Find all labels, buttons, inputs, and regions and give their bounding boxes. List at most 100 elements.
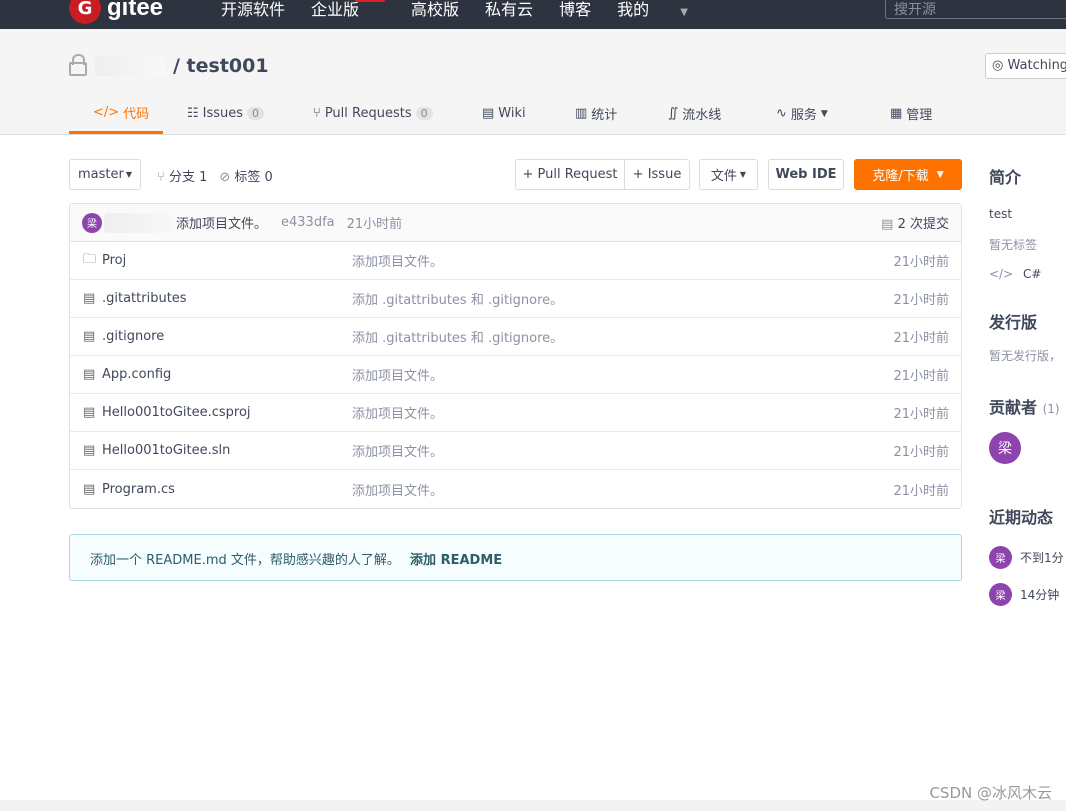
- nav-enterprise[interactable]: 企业版: [311, 0, 386, 20]
- author-blurred: [104, 212, 174, 233]
- file-row[interactable]: ▤ .gitignore 添加 .gitattributes 和 .gitignor…: [70, 318, 961, 356]
- web-ide-button[interactable]: Web IDE: [768, 159, 844, 190]
- commit-time: 21小时前: [346, 217, 403, 232]
- file-icon: ▤: [83, 443, 96, 458]
- file-name[interactable]: .gitattributes: [102, 291, 187, 306]
- readme-notice: 添加一个 README.md 文件，帮助感兴趣的人了解。 添加 README: [69, 534, 962, 581]
- add-readme-link[interactable]: 添加 README: [410, 553, 502, 568]
- clone-label: 克隆/下载: [872, 169, 929, 184]
- file-commit-message[interactable]: 添加项目文件。: [352, 480, 443, 499]
- tab-pipeline[interactable]: ∬ 流水线: [668, 93, 776, 134]
- tab-issues[interactable]: ☷ Issues 0: [187, 93, 313, 134]
- footer-strip: [0, 800, 1066, 811]
- file-commit-message[interactable]: 添加项目文件。: [352, 365, 443, 384]
- file-row[interactable]: ▤ Hello001toGitee.sln 添加项目文件。 21小时前: [70, 432, 961, 470]
- tab-manage[interactable]: ▦ 管理: [890, 93, 932, 134]
- gitee-logo[interactable]: Ggitee: [69, 0, 163, 24]
- activity-title: 近期动态: [989, 508, 1054, 527]
- latest-commit: 梁 添加项目文件。 e433dfa 21小时前 ▤ 2 次提交: [70, 204, 961, 242]
- file-row[interactable]: ▤ Program.cs 添加项目文件。 21小时前: [70, 470, 961, 508]
- new-issue-button[interactable]: + Issue: [624, 159, 690, 190]
- file-icon: ▤: [83, 481, 96, 497]
- new-pull-request-button[interactable]: + Pull Request: [515, 159, 625, 190]
- clone-download-button[interactable]: 克隆/下载 ▼: [854, 159, 962, 190]
- caret-down-icon: ▼: [820, 108, 828, 119]
- nav-education[interactable]: 高校版: [411, 0, 459, 20]
- activity-item[interactable]: 梁不到1分: [989, 546, 1066, 569]
- file-time: 21小时前: [893, 369, 949, 384]
- watch-button[interactable]: ◎ Watching: [985, 53, 1066, 79]
- eye-icon: ◎: [992, 58, 1004, 73]
- intro-text: test: [989, 207, 1013, 221]
- caret-down-icon: ▼: [125, 170, 132, 179]
- file-commit-message[interactable]: 添加项目文件。: [352, 403, 443, 422]
- page-title: / test001: [69, 54, 269, 77]
- nav-mine[interactable]: 我的 ▼: [617, 0, 714, 20]
- avatar[interactable]: 梁: [82, 212, 102, 233]
- activity-item[interactable]: 梁 14分钟: [989, 583, 1066, 606]
- tab-label: Pull Requests: [324, 106, 412, 121]
- file-row[interactable]: ▤ App.config 添加项目文件。 21小时前: [70, 356, 961, 394]
- branch-label: master: [78, 167, 124, 182]
- contributors-title: 贡献者: [989, 398, 1038, 417]
- tab-label: 统计: [591, 108, 618, 123]
- intro-title: 简介: [989, 168, 1022, 187]
- code-icon: </>: [989, 267, 1014, 281]
- file-commit-message[interactable]: 添加项目文件。: [352, 251, 443, 270]
- tab-label: 代码: [123, 106, 150, 122]
- book-icon: ▤: [482, 106, 495, 121]
- file-row[interactable]: 🗀 Proj 添加项目文件。 21小时前: [70, 242, 961, 280]
- readme-text: 添加一个 README.md 文件，帮助感兴趣的人了解。: [90, 553, 400, 568]
- logo-icon: G: [69, 0, 101, 24]
- settings-doc-icon: ▦: [890, 106, 903, 121]
- nav-open-source[interactable]: 开源软件: [221, 0, 285, 20]
- tab-stats[interactable]: ▥ 统计: [575, 93, 668, 134]
- caret-down-icon: ▼: [936, 169, 944, 180]
- nav-blog[interactable]: 博客: [559, 0, 591, 20]
- activity-text: 14分钟: [1020, 588, 1060, 602]
- nav-mine-label: 我的: [617, 0, 650, 19]
- tab-services[interactable]: ∿ 服务 ▼: [776, 93, 890, 134]
- file-name[interactable]: Hello001toGitee.sln: [102, 443, 230, 458]
- file-menu-button[interactable]: 文件 ▼: [699, 159, 758, 190]
- commit-hash[interactable]: e433dfa: [281, 215, 335, 230]
- issues-icon: ☷: [187, 106, 199, 121]
- branches-link[interactable]: ⑂ 分支 1: [157, 166, 207, 185]
- commit-message[interactable]: 添加项目文件。: [176, 213, 267, 232]
- tags-link[interactable]: ⊘ 标签 0: [219, 166, 272, 185]
- pulse-icon: ∿: [776, 106, 787, 121]
- owner-name-blurred[interactable]: [95, 56, 165, 76]
- commits-count-link[interactable]: ▤ 2 次提交: [881, 213, 949, 232]
- file-commit-message[interactable]: 添加 .gitattributes 和 .gitignore。: [352, 327, 563, 346]
- repo-name[interactable]: / test001: [173, 55, 269, 77]
- tab-label: 服务: [790, 108, 817, 123]
- file-row[interactable]: ▤ .gitattributes 添加 .gitattributes 和 .giti…: [70, 280, 961, 318]
- tab-code[interactable]: </> 代码: [69, 93, 163, 134]
- activity-text: 不到1分: [1020, 551, 1064, 565]
- file-name[interactable]: .gitignore: [102, 329, 164, 344]
- watch-label: Watching: [1007, 58, 1066, 73]
- file-icon: ▤: [83, 329, 96, 344]
- file-list: 梁 添加项目文件。 e433dfa 21小时前 ▤ 2 次提交 🗀 Proj 添加项…: [69, 203, 962, 509]
- branch-select[interactable]: master ▼: [69, 159, 141, 190]
- file-name[interactable]: Program.cs: [102, 482, 175, 497]
- code-icon: </>: [93, 104, 120, 120]
- file-name[interactable]: App.config: [102, 367, 171, 382]
- file-name[interactable]: Proj: [102, 253, 126, 268]
- language-label[interactable]: C#: [1023, 267, 1041, 281]
- file-name[interactable]: Hello001toGitee.csproj: [102, 405, 251, 420]
- contributor-avatar[interactable]: 梁: [989, 432, 1021, 464]
- file-commit-message[interactable]: 添加项目文件。: [352, 441, 443, 460]
- top-navbar: Ggitee 开源软件 企业版 高校版 私有云 博客 我的 ▼ 搜开源: [0, 0, 1066, 29]
- branches-label: 分支 1: [168, 170, 208, 185]
- file-time: 21小时前: [893, 445, 949, 460]
- nav-private-cloud[interactable]: 私有云: [485, 0, 533, 20]
- pull-request-icon: ⑂: [313, 106, 321, 121]
- file-row[interactable]: ▤ Hello001toGitee.csproj 添加项目文件。 21小时前: [70, 394, 961, 432]
- history-icon: ▤: [881, 217, 894, 232]
- file-commit-message[interactable]: 添加 .gitattributes 和 .gitignore。: [352, 289, 563, 308]
- tab-pull-requests[interactable]: ⑂ Pull Requests 0: [313, 93, 482, 134]
- search-input[interactable]: 搜开源: [885, 0, 1066, 19]
- tab-wiki[interactable]: ▤ Wiki: [482, 93, 575, 134]
- new-badge: [355, 0, 386, 2]
